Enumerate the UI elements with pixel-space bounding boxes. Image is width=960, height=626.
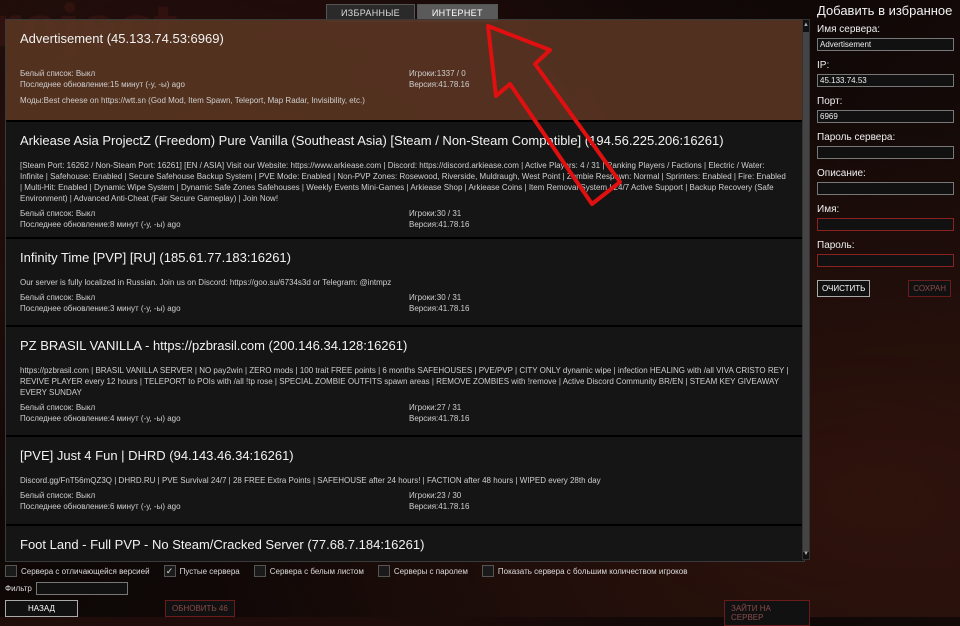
server-meta: Белый список: Выкл Последнее обновление:3… [20, 292, 790, 314]
server-title: Foot Land - Full PVP - No Steam/Cracked … [20, 537, 425, 552]
server-whitelist: Белый список: Выкл [20, 491, 96, 500]
server-players: Игроки:30 / 31 [409, 209, 462, 218]
checkbox[interactable] [481, 565, 494, 577]
server-whitelist: Белый список: Выкл [20, 403, 96, 412]
server-updated: Последнее обновление:6 минут (-у, -ы) ag… [20, 502, 181, 511]
port-label: Порт: [817, 96, 843, 107]
server-version: Версия:41.78.16 [409, 220, 470, 229]
server-list[interactable]: Advertisement (45.133.74.53:6969) Белый … [5, 19, 805, 562]
scroll-down-icon[interactable]: ▼ [803, 550, 809, 558]
server-title: Infinity Time [PVP] [RU] (185.61.77.183:… [20, 250, 291, 265]
filter-input[interactable] [35, 582, 128, 595]
server-title: Advertisement (45.133.74.53:6969) [20, 31, 224, 46]
refresh-button[interactable]: ОБНОВИТЬ 46 [165, 600, 235, 617]
server-row[interactable]: PZ BRASIL VANILLA - https://pzbrasil.com… [6, 327, 804, 437]
server-players: Игроки:23 / 30 [409, 491, 462, 500]
username-label: Имя: [817, 204, 840, 215]
save-button[interactable]: СОХРАН [908, 280, 951, 297]
panel-buttons: ОЧИСТИТЬ СОХРАН [817, 280, 951, 297]
server-meta: Белый список: Выкл Последнее обновление:1… [20, 68, 790, 90]
server-title: [PVE] Just 4 Fun | DHRD (94.143.46.34:16… [20, 448, 294, 463]
user-password-label: Пароль: [817, 240, 855, 251]
panel-title: Добавить в избранное [817, 3, 953, 18]
filter-empty-servers[interactable]: ✓ Пустые сервера [163, 565, 240, 577]
server-players: Игроки:1337 / 0 [409, 69, 466, 78]
filter-many-players[interactable]: Показать сервера с большим количеством и… [481, 565, 688, 577]
join-server-button[interactable]: ЗАЙТИ НА СЕРВЕР [724, 600, 810, 626]
server-updated: Последнее обновление:8 минут (-у, -ы) ag… [20, 220, 181, 229]
filter-password[interactable]: Серверы с паролем [377, 565, 468, 577]
server-updated: Последнее обновление:4 минут (-у, -ы) ag… [20, 414, 181, 423]
server-version: Версия:41.78.16 [409, 80, 470, 89]
server-title: Arkiease Asia ProjectZ (Freedom) Pure Va… [20, 133, 724, 148]
ip-field[interactable]: 45.133.74.53 [817, 74, 954, 87]
server-mods: Моды:Best cheese on https://wtt.sn (God … [20, 96, 365, 105]
server-row[interactable]: Foot Land - Full PVP - No Steam/Cracked … [6, 526, 804, 561]
server-name-field[interactable]: Advertisement [817, 38, 954, 51]
filter-label: Фильтр [5, 584, 32, 593]
server-meta: Белый список: Выкл Последнее обновление:8… [20, 208, 790, 230]
filter-label: Пустые сервера [179, 566, 240, 576]
server-version: Версия:41.78.16 [409, 304, 470, 313]
ip-label: IP: [817, 60, 830, 71]
filter-different-version[interactable]: Сервера с отличающейся версией [5, 565, 150, 577]
server-title: PZ BRASIL VANILLA - https://pzbrasil.com… [20, 338, 408, 353]
description-label: Описание: [817, 168, 866, 179]
filter-whitelist[interactable]: Сервера с белым листом [253, 565, 364, 577]
scroll-up-icon[interactable]: ▲ [803, 21, 809, 29]
checkbox[interactable] [253, 565, 266, 577]
server-meta: Белый список: Выкл Последнее обновление:4… [20, 402, 790, 424]
server-name-label: Имя сервера: [817, 24, 881, 35]
filter-label: Сервера с белым листом [269, 566, 364, 576]
username-field[interactable] [817, 218, 954, 231]
server-row-selected[interactable]: Advertisement (45.133.74.53:6969) Белый … [6, 20, 804, 122]
checkbox[interactable] [377, 565, 390, 577]
back-button[interactable]: НАЗАД [5, 600, 78, 617]
server-password-field[interactable] [817, 146, 954, 159]
filter-checkboxes: Сервера с отличающейся версией ✓ Пустые с… [5, 565, 687, 577]
checkbox-checked-icon[interactable]: ✓ [163, 565, 176, 577]
server-description: [Steam Port: 16262 / Non-Steam Port: 162… [20, 161, 786, 203]
filter-label: Сервера с отличающейся версией [21, 566, 150, 576]
clear-button[interactable]: ОЧИСТИТЬ [817, 280, 871, 297]
server-description: https://pzbrasil.com | BRASIL VANILLA SE… [20, 366, 789, 397]
server-description: Discord.gg/FnT56mQZ3Q | DHRD.RU | PVE Su… [20, 476, 601, 485]
add-favorite-panel: Добавить в избранное Имя сервера: Advert… [817, 0, 960, 297]
server-row[interactable]: Arkiease Asia ProjectZ (Freedom) Pure Va… [6, 122, 804, 239]
server-password-label: Пароль сервера: [817, 132, 896, 143]
port-field[interactable]: 6969 [817, 110, 954, 123]
server-meta: Белый список: Выкл Последнее обновление:6… [20, 490, 790, 512]
checkbox[interactable] [5, 565, 17, 577]
server-players: Игроки:27 / 31 [409, 403, 462, 412]
server-description: Our server is fully localized in Russian… [20, 278, 392, 287]
bottom-bar: НАЗАД ОБНОВИТЬ 46 ЗАЙТИ НА СЕРВЕР [5, 600, 810, 626]
server-whitelist: Белый список: Выкл [20, 69, 96, 78]
server-row[interactable]: Infinity Time [PVP] [RU] (185.61.77.183:… [6, 239, 804, 327]
filter-row: Фильтр [5, 582, 128, 595]
list-scrollbar[interactable]: ▲ ▼ [802, 19, 810, 560]
server-updated: Последнее обновление:15 минут (-у, -ы) a… [20, 80, 186, 89]
server-updated: Последнее обновление:3 минут (-у, -ы) ag… [20, 304, 181, 313]
filter-label: Показать сервера с большим количеством и… [497, 566, 688, 576]
scroll-thumb[interactable] [803, 32, 809, 552]
server-version: Версия:41.78.16 [409, 414, 470, 423]
server-whitelist: Белый список: Выкл [20, 293, 96, 302]
user-password-field[interactable] [817, 254, 954, 267]
description-field[interactable] [817, 182, 954, 195]
server-whitelist: Белый список: Выкл [20, 209, 96, 218]
filter-label: Серверы с паролем [393, 566, 468, 576]
server-row[interactable]: [PVE] Just 4 Fun | DHRD (94.143.46.34:16… [6, 437, 804, 526]
server-players: Игроки:30 / 31 [409, 293, 462, 302]
server-version: Версия:41.78.16 [409, 502, 470, 511]
